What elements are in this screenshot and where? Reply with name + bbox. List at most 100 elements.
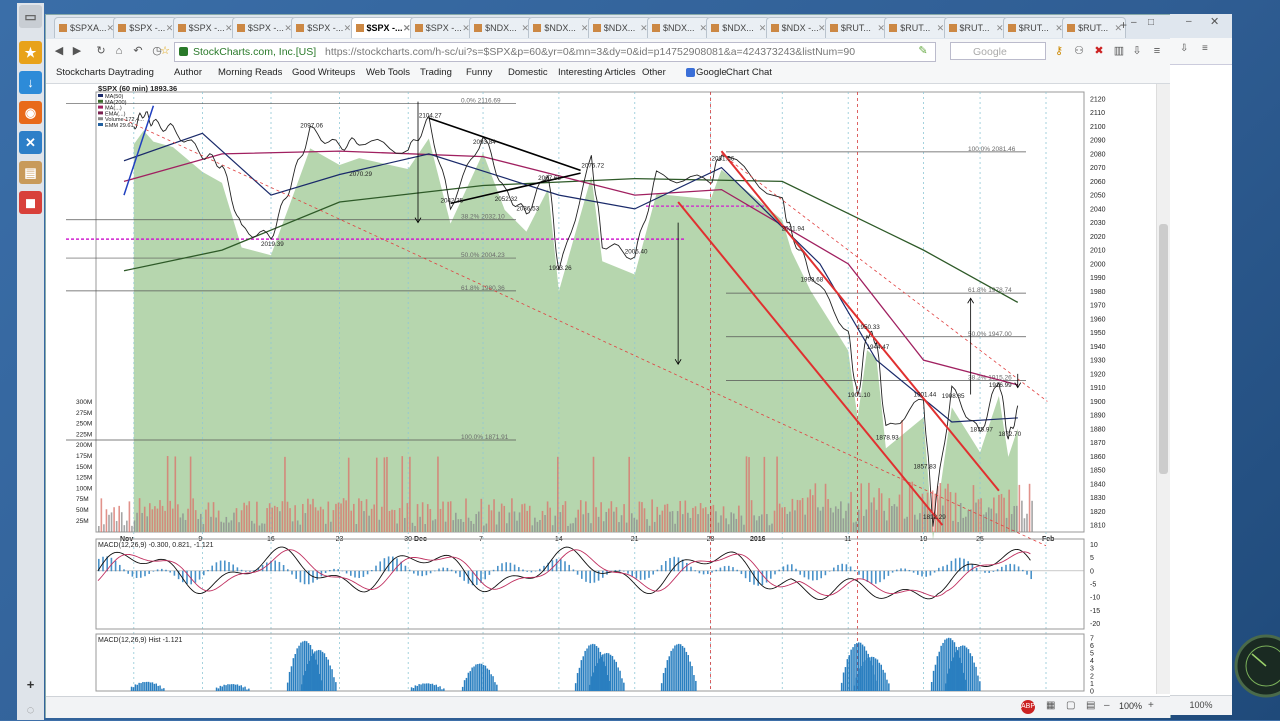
hist-bar [662, 673, 665, 691]
volume-bar [998, 494, 1000, 532]
hist-bar [888, 683, 890, 691]
key-icon[interactable]: ⚷ [1052, 44, 1066, 58]
tools-icon[interactable]: ✖ [1092, 44, 1106, 58]
browser-tab[interactable]: $NDX... ✕ [528, 17, 593, 38]
downloads-icon[interactable]: ⇩ [1130, 44, 1144, 58]
bookmark-item[interactable]: Morning Reads [218, 67, 282, 78]
bookmark-item[interactable]: Funny [466, 67, 492, 78]
volume-bar [595, 507, 597, 532]
hist-bar [672, 648, 674, 691]
macd-tick-label: -20 [1090, 621, 1100, 628]
scrollbar-thumb[interactable] [1159, 224, 1168, 474]
volume-bar [967, 510, 970, 532]
browser-tab[interactable]: $NDX... ✕ [706, 17, 771, 38]
browser-tab[interactable]: $SPX -... ✕ [231, 17, 296, 38]
hist-bar [842, 672, 845, 691]
volume-bar [804, 514, 806, 532]
add-icon[interactable]: + [19, 673, 42, 696]
hist-bar [463, 680, 466, 691]
bookmark-item[interactable]: Web Tools [366, 67, 410, 78]
volume-bar [465, 498, 467, 532]
volume-tick-label: 175M [76, 453, 92, 460]
vertical-scrollbar[interactable] [1156, 84, 1171, 694]
zoom-out-icon[interactable]: – [1104, 700, 1110, 711]
browser-tab[interactable]: $NDX -... ✕ [765, 17, 830, 38]
frame-icon[interactable]: ▢ [1066, 700, 1075, 711]
menu-icon[interactable]: ≡ [1202, 43, 1208, 54]
volume-bar [296, 520, 299, 532]
bookmark-item[interactable]: Interesting Articles [558, 67, 636, 78]
bookmark-item[interactable]: Google [696, 67, 727, 78]
rss-icon[interactable]: ◉ [19, 101, 42, 124]
window-icon[interactable]: ▭ [19, 5, 42, 28]
forward-icon[interactable]: ▶ [70, 44, 84, 58]
browser-tab[interactable]: $NDX... ✕ [469, 17, 534, 38]
volume-bar [120, 512, 123, 532]
home-icon[interactable]: ⌂ [112, 44, 126, 58]
hist-bar [238, 685, 241, 691]
volume-tick-label: 200M [76, 442, 92, 449]
volume-bar [559, 512, 562, 532]
browser-tab[interactable]: $SPX -... ✕ [409, 17, 474, 38]
gamepad-icon[interactable]: ◼ [19, 191, 42, 214]
browser-tab[interactable]: $RUT... ✕ [824, 17, 889, 38]
download-icon[interactable]: ↓ [19, 71, 42, 94]
hist-bar [594, 665, 597, 691]
menu-icon[interactable]: ≡ [1150, 44, 1164, 58]
layout-icon[interactable]: ▤ [1086, 700, 1095, 711]
bookmark-item[interactable]: Daytrading [108, 67, 154, 78]
downloads-icon[interactable]: ⇩ [1180, 43, 1188, 54]
settings-icon[interactable]: ◌ [19, 698, 42, 721]
bookmark-item[interactable]: Other [642, 67, 666, 78]
browser-tab[interactable]: $RUT... ✕ [943, 17, 1008, 38]
browser-tab[interactable]: $RUT... ✕ [1002, 17, 1067, 38]
hist-bar [840, 682, 843, 691]
maximize-icon[interactable]: □ [1148, 17, 1154, 28]
minimize-icon[interactable]: – [1186, 16, 1192, 27]
bookmark-item[interactable]: Good Writeups [292, 67, 355, 78]
hist-bar [944, 683, 947, 691]
volume-bar [605, 511, 608, 532]
users-icon[interactable]: ⚇ [1072, 44, 1086, 58]
bookmark-item[interactable]: Author [174, 67, 202, 78]
hist-bar [882, 669, 884, 691]
bookmark-star-icon[interactable]: ☆ [158, 44, 172, 58]
browser-tab[interactable]: $SPX -... ✕ [291, 17, 356, 38]
browser-tab[interactable]: $RUT... ✕ [1062, 17, 1127, 38]
close-icon[interactable]: ✕ [1210, 15, 1219, 28]
back-icon[interactable]: ◀ [52, 44, 66, 58]
grid-icon[interactable]: ▦ [1046, 700, 1055, 711]
hist-bar [300, 684, 303, 691]
hist-bar [865, 660, 867, 691]
zoom-in-icon[interactable]: + [1148, 700, 1154, 711]
new-tab-icon[interactable]: + [1120, 18, 1127, 32]
star-icon[interactable]: ★ [19, 41, 42, 64]
bookmark-item[interactable]: Stockcharts [56, 67, 106, 78]
volume-bar [228, 522, 230, 532]
bookmark-item[interactable]: Chart Chat [726, 67, 772, 78]
macd-hist-bar [366, 570, 369, 575]
reload-icon[interactable]: ↻ [94, 44, 108, 58]
undo-icon[interactable]: ↶ [131, 44, 145, 58]
bookmark-item[interactable]: Trading [420, 67, 452, 78]
tools-icon[interactable]: ✕ [19, 131, 42, 154]
volume-bar [865, 509, 868, 532]
adblock-icon[interactable]: ABP [1021, 700, 1035, 714]
browser-tab[interactable]: $SPX -... ✕ [172, 17, 237, 38]
browser-tab[interactable]: $RUT... ✕ [884, 17, 949, 38]
bookmark-item[interactable]: Domestic [508, 67, 548, 78]
browser-tab[interactable]: $NDX... ✕ [587, 17, 652, 38]
price-annotation: 2104.27 [419, 113, 442, 120]
address-bar[interactable]: StockCharts.com, Inc.[US] https://stockc… [174, 42, 936, 62]
browser-tab[interactable]: $NDX... ✕ [647, 17, 711, 38]
browser-tab[interactable]: $SPX -... ✕ [350, 17, 415, 38]
hist-bar [217, 688, 220, 691]
library-icon[interactable]: ▥ [1112, 44, 1126, 58]
browser-tab[interactable]: $SPXA... ✕ [54, 17, 118, 38]
browser-tab[interactable]: $SPX -... ✕ [113, 17, 178, 38]
edit-icon[interactable]: ✎ [916, 44, 930, 58]
volume-bar [908, 483, 911, 532]
panel-icon[interactable]: ▤ [19, 161, 42, 184]
search-field[interactable]: Google [950, 42, 1046, 60]
minimize-icon[interactable]: – [1131, 17, 1137, 28]
